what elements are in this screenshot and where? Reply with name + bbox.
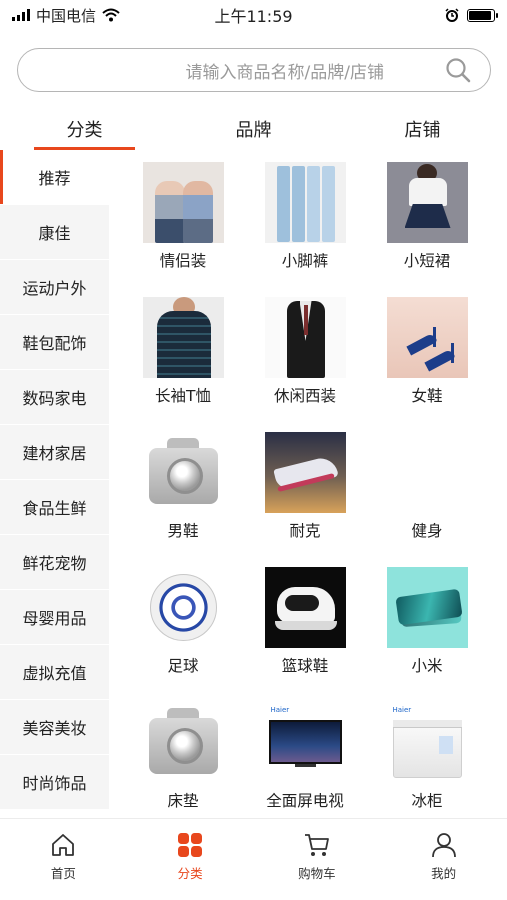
grid-item-long-sleeve[interactable]: 长袖T恤	[122, 297, 244, 432]
couple-clothes-image	[142, 162, 224, 243]
sidebar-item-food[interactable]: 食品生鲜	[0, 480, 109, 535]
grid-item-womens-shoes[interactable]: 女鞋	[366, 297, 488, 432]
wifi-icon	[102, 8, 120, 22]
grid-item-mens-shoes[interactable]: 男鞋	[122, 432, 244, 567]
tab-category[interactable]: 分类	[0, 108, 169, 154]
home-icon	[52, 834, 75, 856]
status-right	[445, 8, 498, 22]
grid-item-label: 情侣装	[159, 252, 207, 270]
category-grid: 情侣装 小脚裤 小短裙 长袖T恤 休闲西装 女鞋 男鞋 耐克 健身 足球 篮球鞋…	[122, 162, 488, 837]
grid-item-label: 床垫	[167, 792, 199, 810]
freezer-brand-logo: Haier	[392, 706, 412, 714]
grid-item-skinny-jeans[interactable]: 小脚裤	[244, 162, 366, 297]
short-skirt-image	[386, 162, 468, 243]
sidebar-item-shoes-bags[interactable]: 鞋包配饰	[0, 315, 109, 370]
grid-item-label: 小短裙	[403, 252, 451, 270]
basketball-shoe-image	[264, 567, 346, 648]
sidebar-item-sports[interactable]: 运动户外	[0, 260, 109, 315]
search-input[interactable]: 请输入商品名称/品牌/店铺	[18, 58, 434, 83]
grid-item-label: 女鞋	[411, 387, 443, 405]
nav-cart[interactable]: 购物车	[254, 819, 381, 900]
grid-item-label: 小脚裤	[281, 252, 329, 270]
grid-item-couple[interactable]: 情侣装	[122, 162, 244, 297]
battery-icon	[467, 8, 498, 22]
signal-icon	[12, 9, 30, 21]
top-tabs: 分类 品牌 店铺	[0, 108, 507, 154]
tv-image: Haier	[264, 702, 346, 783]
grid-item-label: 冰柜	[411, 792, 443, 810]
sidebar-item-baby[interactable]: 母婴用品	[0, 590, 109, 645]
cart-icon	[304, 834, 329, 856]
nav-category[interactable]: 分类	[127, 819, 254, 900]
category-sidebar: 推荐 康佳 运动户外 鞋包配饰 数码家电 建材家居 食品生鲜 鲜花宠物 母婴用品…	[0, 150, 109, 810]
sidebar-item-recharge[interactable]: 虚拟充值	[0, 645, 109, 700]
grid-item-basketball-shoes[interactable]: 篮球鞋	[244, 567, 366, 702]
nav-home-label: 首页	[50, 866, 76, 881]
soccer-ball-image	[142, 567, 224, 648]
sidebar-item-accessories[interactable]: 时尚饰品	[0, 755, 109, 810]
grid-item-short-skirt[interactable]: 小短裙	[366, 162, 488, 297]
grid-item-label: 男鞋	[167, 522, 199, 540]
sidebar-item-home[interactable]: 建材家居	[0, 425, 109, 480]
tv-brand-logo: Haier	[270, 706, 290, 714]
skinny-jeans-image	[264, 162, 346, 243]
search-bar[interactable]: 请输入商品名称/品牌/店铺	[17, 48, 491, 92]
grid-item-label: 篮球鞋	[281, 657, 329, 675]
xiaomi-phone-image	[386, 567, 468, 648]
camera-placeholder-icon	[142, 702, 224, 783]
grid-item-label: 长袖T恤	[155, 387, 211, 405]
grid-item-fullscreen-tv[interactable]: Haier 全面屏电视	[244, 702, 366, 837]
grid-item-label: 耐克	[289, 522, 321, 540]
nav-profile[interactable]: 我的	[380, 819, 507, 900]
long-sleeve-tshirt-image	[142, 297, 224, 378]
sidebar-item-konka[interactable]: 康佳	[0, 205, 109, 260]
status-bar: 中国电信 上午11:59	[0, 0, 507, 30]
grid-item-mattress[interactable]: 床垫	[122, 702, 244, 837]
grid-item-freezer[interactable]: Haier 冰柜	[366, 702, 488, 837]
status-left: 中国电信	[12, 5, 120, 26]
nav-category-label: 分类	[177, 866, 203, 881]
user-icon	[431, 833, 456, 858]
womens-heels-image	[386, 297, 468, 378]
tab-shop[interactable]: 店铺	[338, 108, 507, 154]
alarm-icon	[445, 8, 459, 22]
grid-item-label: 全面屏电视	[266, 792, 344, 810]
category-grid-icon	[178, 833, 203, 857]
carrier-name: 中国电信	[36, 6, 97, 25]
tab-brand[interactable]: 品牌	[169, 108, 338, 154]
grid-item-label: 足球	[167, 657, 199, 675]
grid-item-xiaomi[interactable]: 小米	[366, 567, 488, 702]
sidebar-item-recommend[interactable]: 推荐	[0, 150, 109, 205]
nav-profile-label: 我的	[431, 866, 457, 881]
grid-item-label: 休闲西装	[273, 387, 336, 405]
sidebar-item-digital[interactable]: 数码家电	[0, 370, 109, 425]
nav-home[interactable]: 首页	[0, 819, 127, 900]
grid-item-nike[interactable]: 耐克	[244, 432, 366, 567]
sidebar-item-beauty[interactable]: 美容美妆	[0, 700, 109, 755]
camera-placeholder-icon	[142, 432, 224, 513]
grid-item-casual-suit[interactable]: 休闲西装	[244, 297, 366, 432]
grid-item-soccer[interactable]: 足球	[122, 567, 244, 702]
nav-cart-label: 购物车	[298, 866, 336, 881]
sidebar-item-flowers-pets[interactable]: 鲜花宠物	[0, 535, 109, 590]
search-icon[interactable]	[444, 56, 472, 84]
casual-suit-image	[264, 297, 346, 378]
grid-item-fitness[interactable]: 健身	[366, 432, 488, 567]
fitness-image-empty	[386, 432, 468, 513]
nike-shoe-image	[264, 432, 346, 513]
grid-item-label: 健身	[411, 522, 443, 540]
grid-item-label: 小米	[411, 657, 443, 675]
freezer-image: Haier	[386, 702, 468, 783]
bottom-nav: 首页 分类 购物车 我的	[0, 818, 507, 900]
